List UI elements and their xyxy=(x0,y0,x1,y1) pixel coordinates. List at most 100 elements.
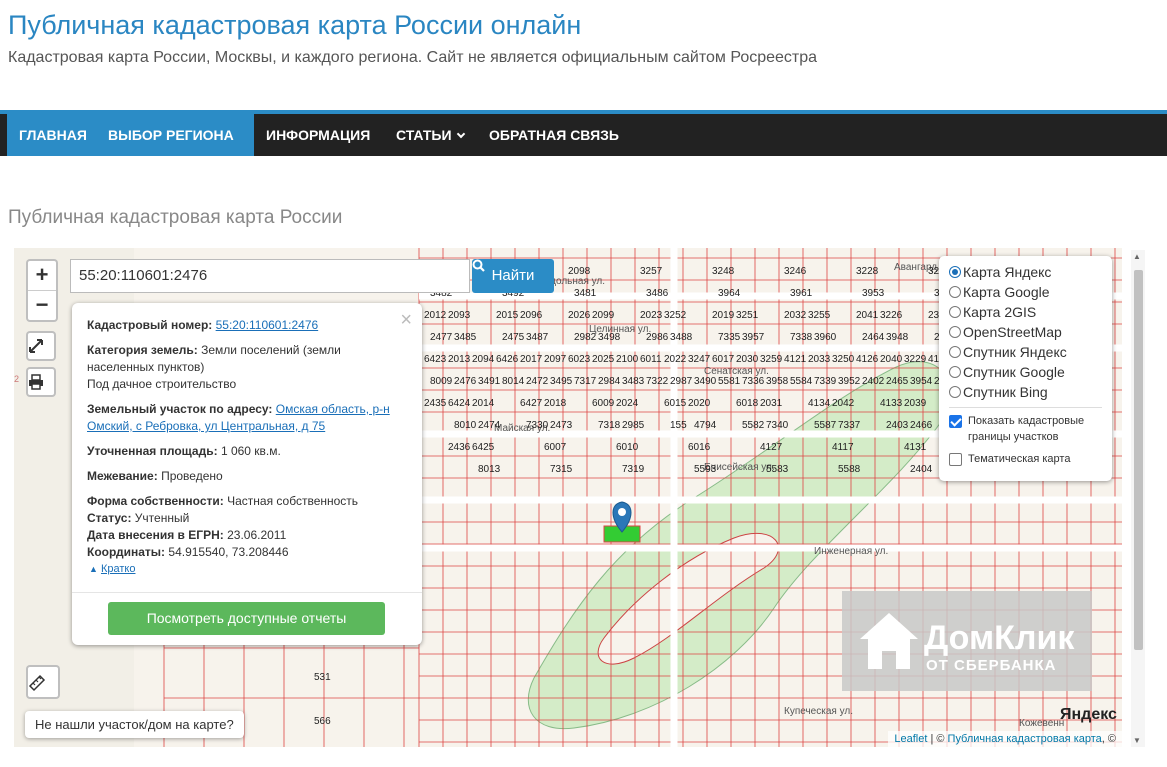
cad-number-link[interactable]: 55:20:110601:2476 xyxy=(216,318,319,332)
nav-item-region[interactable]: Выбор региона xyxy=(96,114,254,181)
parcel-label: 2098 xyxy=(568,266,591,277)
close-icon[interactable]: × xyxy=(400,309,412,332)
overlay-option[interactable]: Показать кадастровые границы участков xyxy=(949,413,1102,445)
scrollbar[interactable]: ▲ ▼ xyxy=(1131,250,1145,747)
layer-option[interactable]: Спутник Яндекс xyxy=(949,342,1102,362)
radio-icon xyxy=(949,266,961,278)
area-value: 1 060 кв.м. xyxy=(220,444,281,458)
print-button[interactable] xyxy=(26,367,56,397)
parcel-label: 2032 xyxy=(784,310,807,321)
ownership-label: Форма собственности: xyxy=(87,494,224,508)
parcel-label: 2985 xyxy=(622,420,645,431)
parcel-label: 7315 xyxy=(550,464,573,475)
parcel-label: 3488 xyxy=(670,332,693,343)
layer-option[interactable]: Карта 2GIS xyxy=(949,302,1102,322)
parcel-label: 6007 xyxy=(544,442,567,453)
parcel-label: 3251 xyxy=(736,310,759,321)
cadastral-map[interactable]: Раздольная ул. Целинная ул. Сенатская ул. М… xyxy=(14,248,1122,747)
parcel-label: 7319 xyxy=(622,464,645,475)
parcel-popup: × Кадастровый номер: 55:20:110601:2476 К… xyxy=(72,303,422,645)
parcel-label: 4794 xyxy=(694,420,717,431)
checkbox-icon xyxy=(949,415,962,428)
parcel-label: 4133 xyxy=(880,398,903,409)
pkk-link[interactable]: Публичная кадастровая карта xyxy=(948,733,1102,745)
parcel-label: 8013 xyxy=(478,464,501,475)
zoom-in-button[interactable]: + xyxy=(28,261,56,290)
layer-option[interactable]: Карта Яндекс xyxy=(949,262,1102,282)
area-label: Уточненная площадь: xyxy=(87,444,218,458)
layer-option[interactable]: Карта Google xyxy=(949,282,1102,302)
parcel-label: 2476 xyxy=(454,376,477,387)
map-attribution: Leaflet | © Публичная кадастровая карта,… xyxy=(888,731,1122,747)
overlay-option[interactable]: Тематическая карта xyxy=(949,451,1102,467)
site-title[interactable]: Публичная кадастровая карта России онлай… xyxy=(8,10,581,41)
parcel-label: 6425 xyxy=(472,442,495,453)
street-label: Купеческая ул. xyxy=(784,706,853,717)
layer-option[interactable]: Спутник Google xyxy=(949,362,1102,382)
parcel-label: 3255 xyxy=(808,310,831,321)
scroll-down-icon[interactable]: ▼ xyxy=(1133,736,1141,745)
nav-item-home[interactable]: Главная xyxy=(7,114,99,156)
nav-item-articles[interactable]: Статьи xyxy=(384,114,476,156)
parcel-label: 6011 xyxy=(640,354,662,365)
parcel-label: 3226 xyxy=(880,310,903,321)
parcel-label: 6016 xyxy=(688,442,711,453)
parcel-label: 2020 xyxy=(688,398,711,409)
layer-option[interactable]: Спутник Bing xyxy=(949,382,1102,402)
address-label: Земельный участок по адресу: xyxy=(87,402,273,416)
reports-button[interactable]: Посмотреть доступные отчеты xyxy=(108,602,385,635)
layer-label: Спутник Bing xyxy=(963,384,1048,400)
parcel-label: 2097 xyxy=(544,354,567,365)
parcel-label: 3246 xyxy=(784,266,807,277)
parcel-label: 7339 xyxy=(814,376,837,387)
coords-value: 54.915540, 73.208446 xyxy=(168,545,289,559)
parcel-label: 8009 xyxy=(430,376,453,387)
parcel-label: 2464 xyxy=(862,332,885,343)
search-button[interactable]: Найти xyxy=(472,259,554,293)
parcel-label: 3481 xyxy=(574,288,597,299)
parcel-label: 6010 xyxy=(616,442,639,453)
parcel-label: 2100 xyxy=(616,354,639,365)
fullscreen-button[interactable] xyxy=(26,331,56,361)
parcel-label: 2017 xyxy=(520,354,543,365)
layer-label: OpenStreetMap xyxy=(963,324,1062,340)
not-found-button[interactable]: Не нашли участок/дом на карте? xyxy=(25,711,244,738)
parcel-label: 2012 xyxy=(424,310,447,321)
layer-label: Спутник Яндекс xyxy=(963,344,1067,360)
parcel-label: 2015 xyxy=(496,310,519,321)
parcel-label: 2040 xyxy=(880,354,903,365)
collapse-link[interactable]: Кратко xyxy=(101,563,136,575)
parcel-label: 2986 xyxy=(646,332,669,343)
radio-icon xyxy=(949,346,961,358)
marker-dot xyxy=(618,508,626,516)
parcel-label: 7340 xyxy=(766,420,789,431)
parcel-label: 4117 xyxy=(832,442,854,453)
parcel-label: 2402 xyxy=(862,376,885,387)
nav-item-feedback[interactable]: Обратная связь xyxy=(477,114,631,156)
site-subtitle: Кадастровая карта России, Москвы, и кажд… xyxy=(8,49,818,66)
zoom-out-button[interactable]: − xyxy=(28,290,56,319)
nav-label: Информация xyxy=(266,127,371,143)
layer-option[interactable]: OpenStreetMap xyxy=(949,322,1102,342)
parcel-label: 7317 xyxy=(574,376,597,387)
cadastral-search-input[interactable]: 55:20:110601:2476 xyxy=(70,259,470,293)
scroll-up-icon[interactable]: ▲ xyxy=(1133,252,1141,261)
nav-label: Обратная связь xyxy=(489,127,619,143)
parcel-label: 6427 xyxy=(520,398,543,409)
parcel-label: 7322 xyxy=(646,376,669,387)
watermark-subtitle: ОТ СБЕРБАНКА xyxy=(926,657,1057,674)
scroll-thumb[interactable] xyxy=(1134,270,1143,650)
parcel-label: 2023 xyxy=(640,310,663,321)
parcel-label: 7336 xyxy=(742,376,765,387)
parcel-label: 2472 xyxy=(526,376,549,387)
leaflet-link[interactable]: Leaflet xyxy=(894,733,927,745)
caret-up-icon: ▲ xyxy=(89,564,98,574)
house-icon xyxy=(860,613,918,669)
nav-item-info[interactable]: Информация xyxy=(254,114,382,156)
date-label: Дата внесения в ЕГРН: xyxy=(87,528,224,542)
parcel-label: 5582 xyxy=(742,420,765,431)
ruler-button[interactable] xyxy=(26,665,60,699)
parcel-label: 2477 xyxy=(430,332,453,343)
parcel-label: 2404 xyxy=(910,464,933,475)
parcel-label: 5588 xyxy=(838,464,861,475)
